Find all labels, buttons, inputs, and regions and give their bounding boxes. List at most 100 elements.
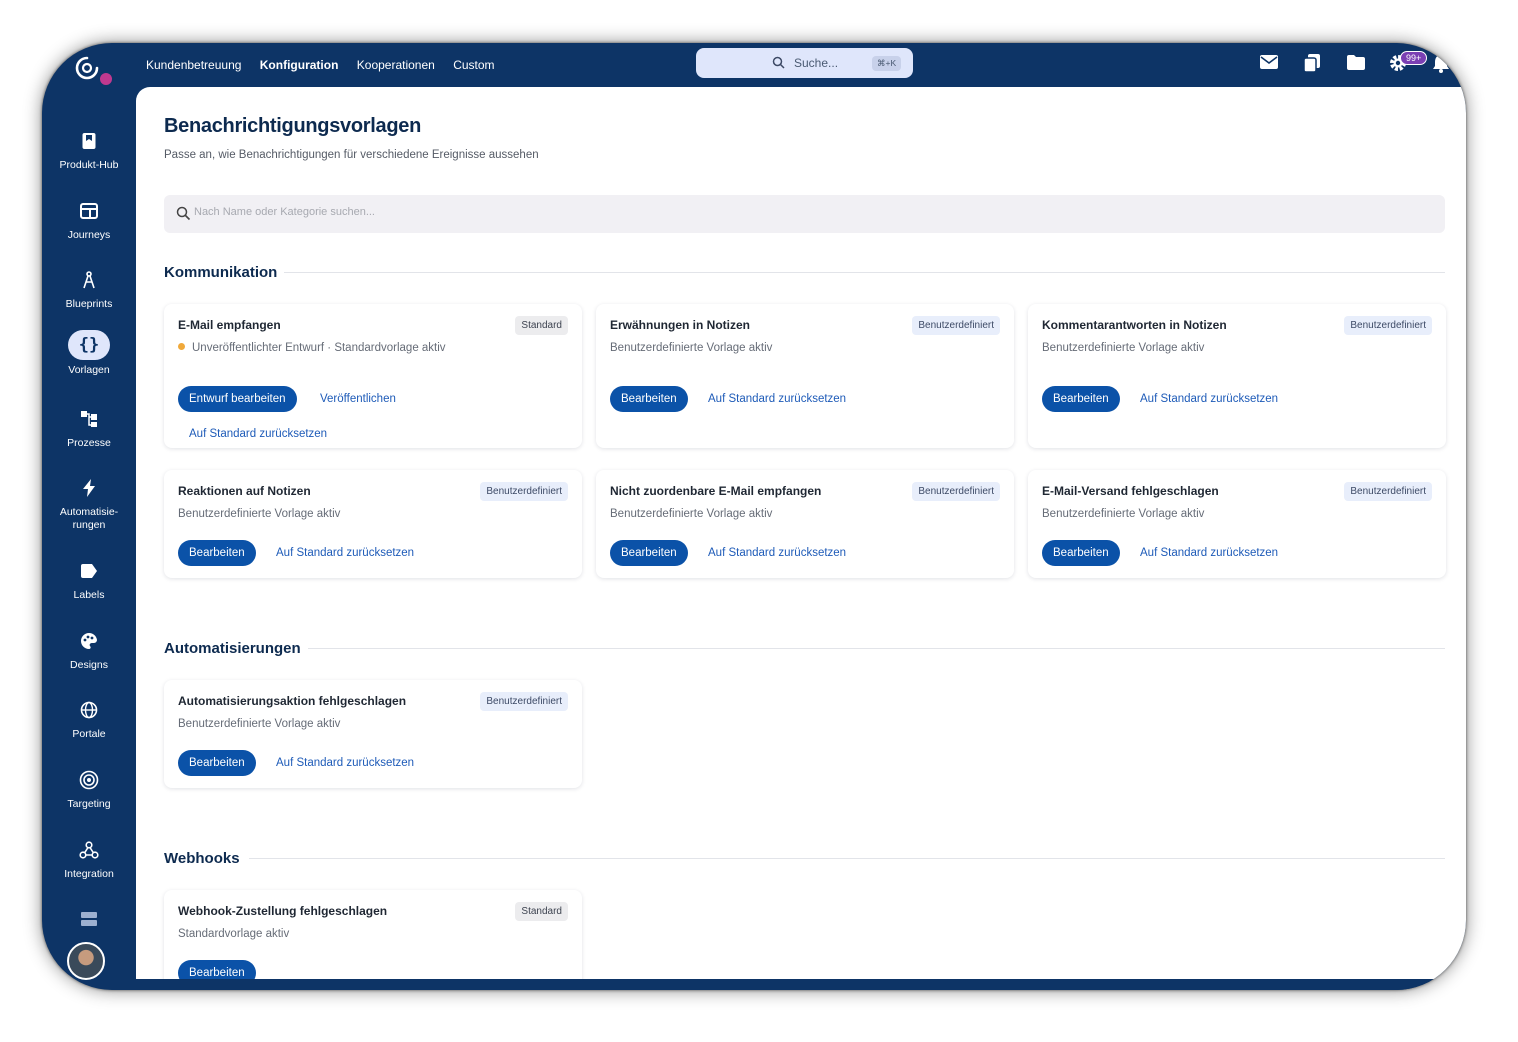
sidebar: Produkt-Hub Journeys Blueprints {} Vorla… [42,43,136,990]
compass-icon [68,264,110,294]
mail-icon[interactable] [1259,54,1279,70]
section-title-kommunikation: Kommunikation [164,264,278,281]
section-divider [308,648,1445,649]
webhook-icon [68,834,110,864]
bookmark-icon [68,125,110,155]
template-card-email-failed: E-Mail-Versand fehlgeschlagen Benutzerde… [1028,470,1446,578]
template-card-automation-failed: Automatisierungsaktion fehlgeschlagen Be… [164,680,582,788]
sidebar-item-label: Prozesse [67,437,111,449]
template-type-badge: Benutzerdefiniert [912,482,1000,501]
sidebar-item-more[interactable] [42,903,136,927]
edit-button[interactable]: Bearbeiten [178,750,256,776]
section-divider [249,858,1445,859]
main-content: Benachrichtigungsvorlagen Passe an, wie … [136,87,1466,979]
bolt-icon [68,472,110,502]
edit-button[interactable]: Bearbeiten [610,386,688,412]
template-type-badge: Standard [515,316,568,335]
template-card-status: Standardvorlage aktiv [178,928,290,940]
user-avatar[interactable] [67,942,105,980]
topbar: Kundenbetreuung Konfiguration Kooperatio… [136,43,1466,87]
section-title-automatisierungen: Automatisierungen [164,640,301,657]
app-logo[interactable] [74,55,114,95]
sidebar-item-prozesse[interactable]: Prozesse [42,403,136,467]
target-icon [68,764,110,794]
workflow-icon [68,403,110,433]
sidebar-item-label: Labels [73,589,105,601]
page-subtitle: Passe an, wie Benachrichtigungen für ver… [164,149,539,161]
template-card-webhook-failed: Webhook-Zustellung fehlgeschlagen Standa… [164,890,582,979]
search-icon [772,56,785,69]
template-card-title: E-Mail empfangen [178,318,281,332]
reset-to-default-link[interactable]: Auf Standard zurücksetzen [708,540,846,566]
sidebar-item-blueprints[interactable]: Blueprints [42,264,136,328]
user-menu-icon[interactable] [1460,53,1466,73]
edit-button[interactable]: Bearbeiten [178,960,256,979]
sidebar-item-label: Automatisie- rungen [59,506,119,531]
sidebar-item-label: Portale [72,728,106,740]
copy-icon[interactable] [1302,53,1322,73]
edit-button[interactable]: Bearbeiten [610,540,688,566]
topnav-konfiguration[interactable]: Konfiguration [260,58,339,72]
search-icon [176,206,191,221]
reset-to-default-link[interactable]: Auf Standard zurücksetzen [708,386,846,412]
template-filter[interactable] [164,195,1445,233]
reset-to-default-link[interactable]: Auf Standard zurücksetzen [276,540,414,566]
template-card-title: E-Mail-Versand fehlgeschlagen [1042,484,1219,498]
template-type-badge: Benutzerdefiniert [1344,482,1432,501]
palette-icon [68,625,110,655]
reset-to-default-link[interactable]: Auf Standard zurücksetzen [1140,540,1278,566]
section-title-webhooks: Webhooks [164,850,240,867]
logo-icon [75,56,99,80]
template-type-badge: Benutzerdefiniert [912,316,1000,335]
sidebar-item-automatisierungen[interactable]: Automatisie- rungen [42,472,136,536]
workspace-badge-icon [98,71,114,87]
template-card-status: Benutzerdefinierte Vorlage aktiv [1042,342,1205,354]
topnav-kooperationen[interactable]: Kooperationen [357,58,435,72]
topnav-custom[interactable]: Custom [453,58,494,72]
draft-dot-icon [178,343,185,350]
folder-icon[interactable] [1346,54,1366,71]
sidebar-item-label: Integration [64,868,114,880]
template-type-badge: Benutzerdefiniert [480,482,568,501]
bell-icon[interactable] [1432,53,1450,73]
sidebar-item-targeting[interactable]: Targeting [42,764,136,828]
sidebar-item-produkt-hub[interactable]: Produkt-Hub [42,125,136,189]
sidebar-item-vorlagen[interactable]: {} Vorlagen [42,330,136,394]
sidebar-item-journeys[interactable]: Journeys [42,195,136,259]
reset-to-default-link[interactable]: Auf Standard zurücksetzen [276,750,414,776]
sidebar-item-designs[interactable]: Designs [42,625,136,689]
edit-button[interactable]: Bearbeiten [178,540,256,566]
sidebar-item-integration[interactable]: Integration [42,834,136,898]
template-card-unassignable-email: Nicht zuordenbare E-Mail empfangen Benut… [596,470,1014,578]
template-card-comment-replies: Kommentarantworten in Notizen Benutzerde… [1028,304,1446,448]
edit-draft-button[interactable]: Entwurf bearbeiten [178,386,297,412]
global-search-label: Suche... [794,56,839,70]
notification-count-badge: 99+ [1400,51,1428,65]
template-card-email-received: E-Mail empfangen Standard Unveröffentlic… [164,304,582,448]
publish-link[interactable]: Veröffentlichen [320,386,396,412]
reset-to-default-link[interactable]: Auf Standard zurücksetzen [1140,386,1278,412]
section-divider [284,272,1445,273]
top-navigation: Kundenbetreuung Konfiguration Kooperatio… [146,58,510,72]
topnav-kundenbetreuung[interactable]: Kundenbetreuung [146,58,241,72]
sidebar-item-portale[interactable]: Portale [42,694,136,758]
sidebar-item-label: Produkt-Hub [59,159,119,171]
template-card-status: Benutzerdefinierte Vorlage aktiv [610,508,773,520]
page-title: Benachrichtigungsvorlagen [164,115,421,137]
search-shortcut-hint: ⌘+K [872,56,902,71]
layout-icon [68,195,110,225]
global-search[interactable]: Suche... ⌘+K [696,48,913,78]
template-type-badge: Benutzerdefiniert [480,692,568,711]
edit-button[interactable]: Bearbeiten [1042,386,1120,412]
template-card-title: Kommentarantworten in Notizen [1042,318,1227,332]
template-card-status: Benutzerdefinierte Vorlage aktiv [178,508,341,520]
edit-button[interactable]: Bearbeiten [1042,540,1120,566]
sidebar-item-labels[interactable]: Labels [42,555,136,619]
reset-to-default-link[interactable]: Auf Standard zurücksetzen [189,421,327,447]
sidebar-item-label: Designs [70,659,108,671]
globe-icon [68,694,110,724]
template-card-reactions: Reaktionen auf Notizen Benutzerdefiniert… [164,470,582,578]
template-filter-input[interactable] [194,206,694,218]
template-card-status: Benutzerdefinierte Vorlage aktiv [178,718,341,730]
template-card-title: Nicht zuordenbare E-Mail empfangen [610,484,822,498]
